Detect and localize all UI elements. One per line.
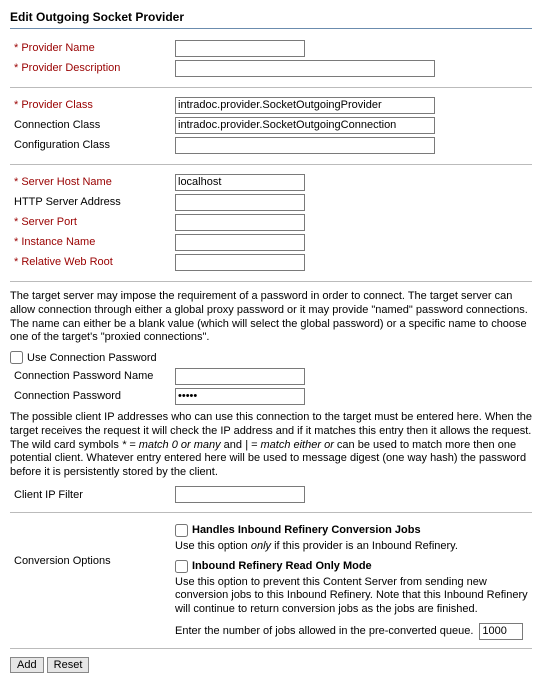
label-instance-name: * Instance Name (10, 236, 175, 248)
label-provider-class: * Provider Class (10, 99, 175, 111)
divider (10, 512, 532, 513)
handles-inbound-checkbox[interactable] (175, 524, 188, 537)
label-readonly-mode: Inbound Refinery Read Only Mode (192, 560, 372, 572)
label-client-ip-filter: Client IP Filter (10, 489, 175, 501)
label-handles-inbound: Handles Inbound Refinery Conversion Jobs (192, 524, 421, 536)
divider (10, 164, 532, 165)
queue-label: Enter the number of jobs allowed in the … (175, 625, 473, 637)
password-help-text: The target server may impose the require… (10, 290, 532, 345)
connection-password-name-input[interactable] (175, 368, 305, 385)
relative-web-root-input[interactable] (175, 254, 305, 271)
label-provider-description: * Provider Description (10, 62, 175, 74)
label-connection-class: Connection Class (10, 119, 175, 131)
readonly-mode-desc: Use this option to prevent this Content … (175, 576, 532, 617)
add-button[interactable]: Add (10, 657, 44, 673)
readonly-mode-checkbox[interactable] (175, 560, 188, 573)
client-ip-filter-input[interactable] (175, 486, 305, 503)
label-provider-name: * Provider Name (10, 42, 175, 54)
connection-password-input[interactable] (175, 388, 305, 405)
page-title: Edit Outgoing Socket Provider (10, 10, 532, 29)
label-server-host-name: * Server Host Name (10, 176, 175, 188)
provider-name-input[interactable] (175, 40, 305, 57)
label-conversion-options: Conversion Options (10, 521, 175, 567)
server-host-name-input[interactable] (175, 174, 305, 191)
use-connection-password-checkbox[interactable] (10, 351, 23, 364)
label-http-server-address: HTTP Server Address (10, 196, 175, 208)
provider-description-input[interactable] (175, 60, 435, 77)
reset-button[interactable]: Reset (47, 657, 90, 673)
divider (10, 87, 532, 88)
instance-name-input[interactable] (175, 234, 305, 251)
label-connection-password: Connection Password (10, 390, 175, 402)
label-server-port: * Server Port (10, 216, 175, 228)
label-relative-web-root: * Relative Web Root (10, 256, 175, 268)
label-connection-password-name: Connection Password Name (10, 370, 175, 382)
divider (10, 648, 532, 649)
connection-class-input[interactable] (175, 117, 435, 134)
server-port-input[interactable] (175, 214, 305, 231)
ip-help-text: The possible client IP addresses who can… (10, 411, 532, 480)
configuration-class-input[interactable] (175, 137, 435, 154)
label-configuration-class: Configuration Class (10, 139, 175, 151)
provider-class-input[interactable] (175, 97, 435, 114)
label-use-connection-password: Use Connection Password (27, 352, 157, 364)
http-server-address-input[interactable] (175, 194, 305, 211)
divider (10, 281, 532, 282)
handles-inbound-desc: Use this option only if this provider is… (175, 540, 532, 554)
queue-jobs-input[interactable] (479, 623, 523, 640)
